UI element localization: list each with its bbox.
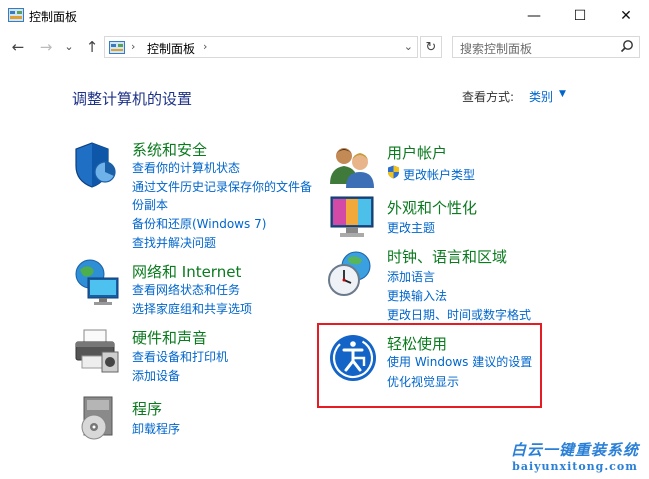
up-button[interactable]: ↑ (83, 39, 101, 55)
refresh-button[interactable]: ↻ (420, 36, 442, 58)
appearance-title[interactable]: 外观和个性化 (387, 197, 477, 218)
hardware-link-devices[interactable]: 查看设备和打印机 (132, 348, 228, 365)
watermark-url: baiyunxitong.com (512, 460, 638, 473)
view-by-label: 查看方式: (462, 90, 515, 104)
user-link-change-account-type[interactable]: 更改帐户类型 (403, 166, 475, 183)
back-button[interactable]: ← (9, 39, 27, 55)
page-title: 调整计算机的设置 (72, 90, 193, 108)
search-placeholder: 搜索控制面板 (460, 42, 533, 56)
system-link-status[interactable]: 查看你的计算机状态 (132, 159, 240, 176)
appearance-monitor-icon[interactable] (328, 193, 378, 243)
system-link-backup[interactable]: 备份和还原(Windows 7) (132, 215, 266, 232)
user-accounts-icon[interactable] (328, 142, 378, 192)
title-bar: 控制面板 — ☐ ✕ (0, 0, 649, 32)
close-button[interactable]: ✕ (603, 0, 649, 32)
programs-title[interactable]: 程序 (132, 398, 162, 419)
maximize-button[interactable]: ☐ (557, 0, 603, 32)
watermark-title: 白云一键重装系统 (510, 441, 639, 459)
breadcrumb-control-panel[interactable]: 控制面板 (147, 40, 195, 57)
highlight-box (317, 323, 542, 408)
clock-link-date-format[interactable]: 更改日期、时间或数字格式 (387, 306, 531, 323)
network-link-status[interactable]: 查看网络状态和任务 (132, 281, 240, 298)
address-dropdown-button[interactable]: ⌄ (404, 40, 413, 53)
chevron-down-icon[interactable]: ▼ (559, 89, 566, 99)
system-link-troubleshoot[interactable]: 查找并解决问题 (132, 234, 216, 251)
uac-shield-icon (388, 165, 399, 179)
search-input[interactable]: 搜索控制面板 (452, 36, 640, 58)
control-panel-icon (8, 8, 24, 22)
clock-language-region-title[interactable]: 时钟、语言和区域 (387, 246, 507, 267)
network-internet-title[interactable]: 网络和 Internet (132, 261, 241, 282)
minimize-button[interactable]: — (511, 0, 557, 32)
clock-link-add-language[interactable]: 添加语言 (387, 268, 435, 285)
system-security-title[interactable]: 系统和安全 (132, 139, 207, 160)
printer-icon[interactable] (72, 326, 122, 376)
user-accounts-title[interactable]: 用户帐户 (387, 142, 447, 163)
breadcrumb-separator[interactable]: › (131, 40, 135, 53)
breadcrumb-separator[interactable]: › (203, 40, 207, 53)
programs-link-uninstall[interactable]: 卸载程序 (132, 420, 180, 437)
system-link-file-history[interactable]: 通过文件历史记录保存你的文件备 (132, 178, 312, 195)
hardware-link-add-device[interactable]: 添加设备 (132, 367, 180, 384)
hardware-sound-title[interactable]: 硬件和声音 (132, 327, 207, 348)
search-icon[interactable] (620, 39, 634, 53)
address-bar[interactable]: › 控制面板 › ⌄ (104, 36, 418, 58)
view-by-dropdown[interactable]: 类别 (529, 88, 553, 105)
appearance-link-theme[interactable]: 更改主题 (387, 219, 435, 236)
forward-button[interactable]: → (37, 39, 55, 55)
recent-locations-button[interactable]: ⌄ (60, 39, 78, 55)
control-panel-icon (109, 41, 125, 54)
clock-link-input-method[interactable]: 更换输入法 (387, 287, 447, 304)
programs-icon[interactable] (72, 393, 122, 443)
window-title: 控制面板 (29, 10, 78, 24)
network-link-homegroup[interactable]: 选择家庭组和共享选项 (132, 300, 252, 317)
watermark: 白云一键重装系统 baiyunxitong.com (511, 439, 639, 473)
shield-icon[interactable] (72, 140, 122, 190)
system-link-file-history-cont[interactable]: 份副本 (132, 196, 168, 213)
clock-globe-icon[interactable] (326, 250, 376, 300)
network-globe-icon[interactable] (72, 258, 122, 308)
